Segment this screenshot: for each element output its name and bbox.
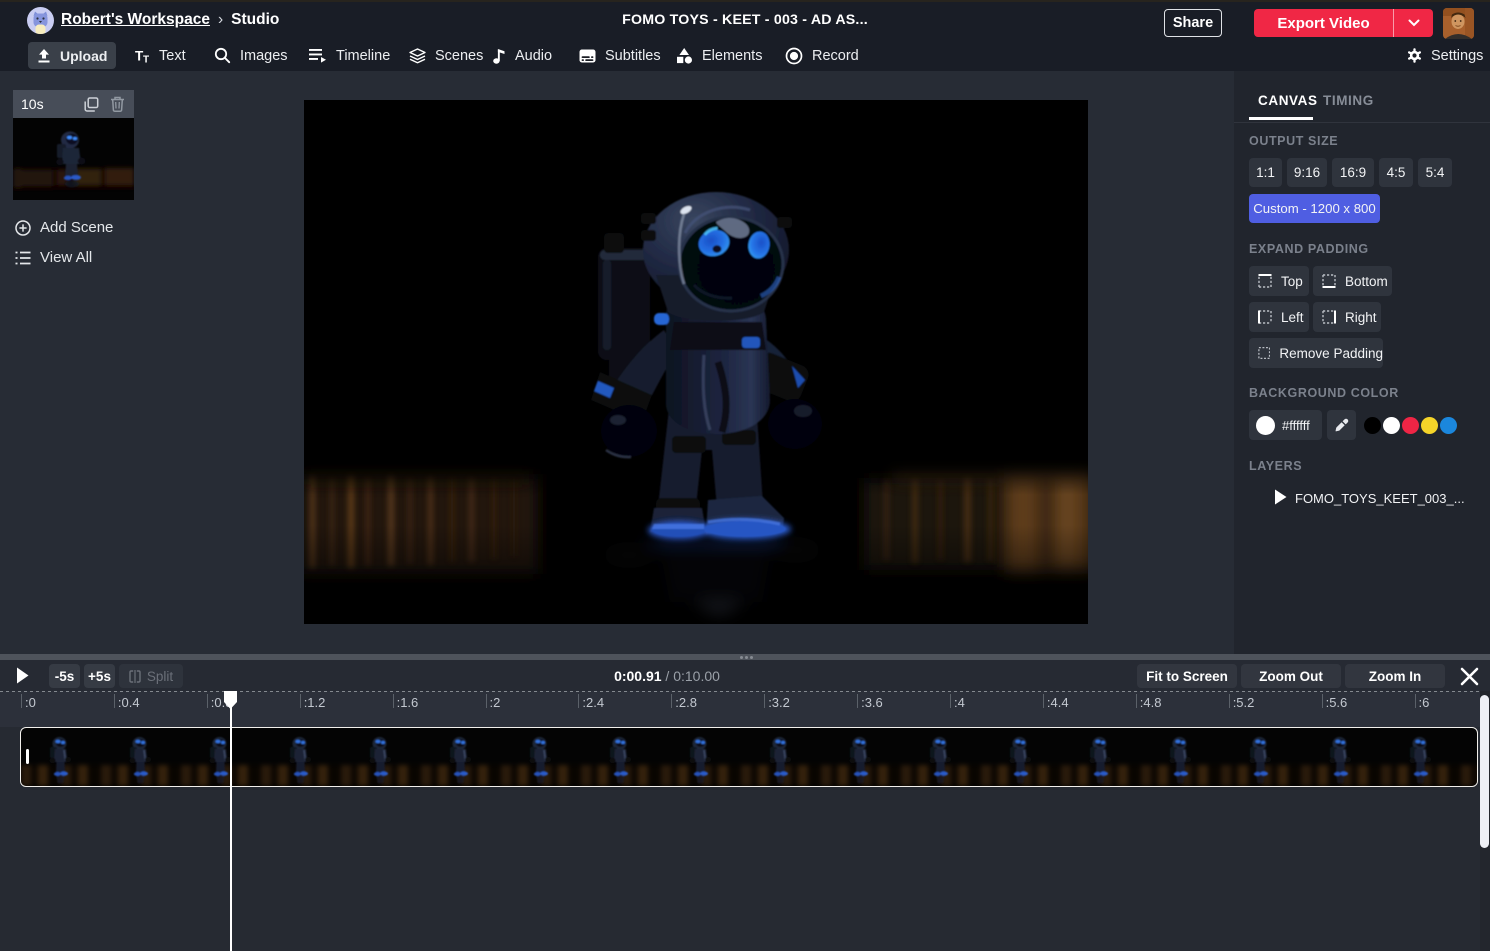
svg-text:T: T xyxy=(143,54,149,63)
